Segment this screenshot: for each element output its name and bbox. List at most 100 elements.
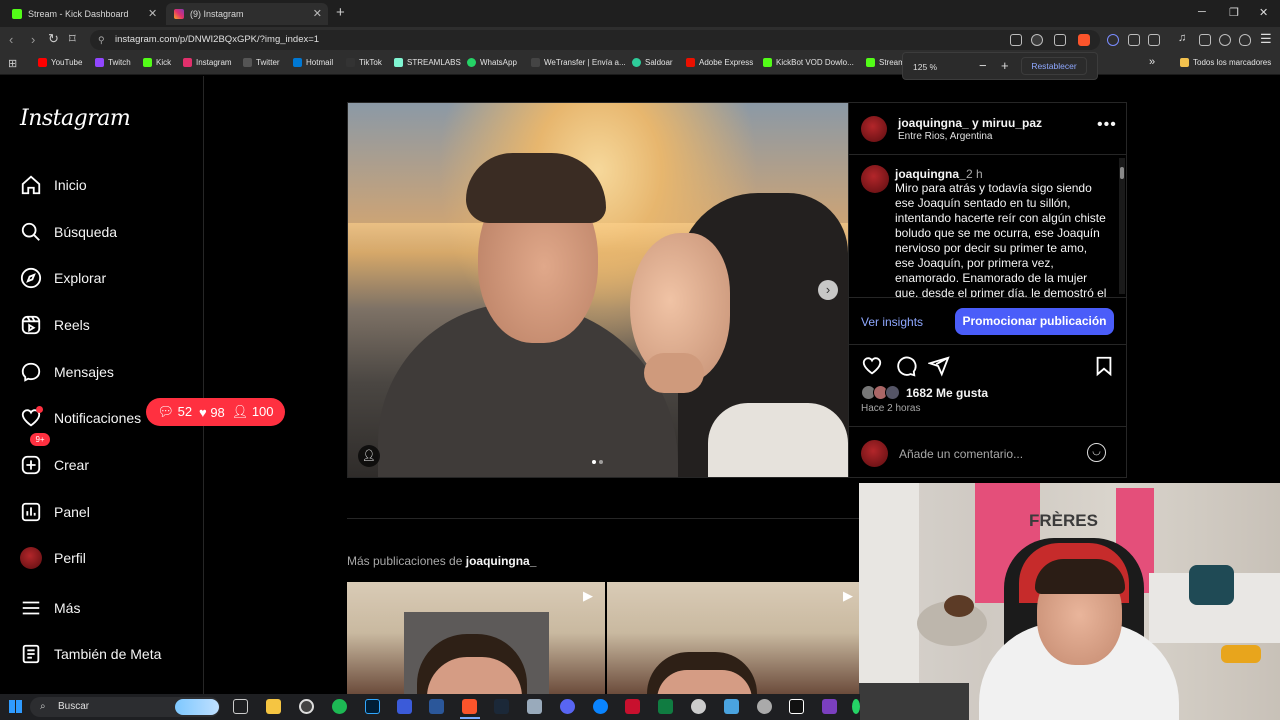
file-explorer-icon[interactable] bbox=[266, 699, 281, 714]
bookmark-adobe-express[interactable]: Adobe Express bbox=[686, 58, 753, 67]
vpn-icon[interactable] bbox=[1239, 34, 1251, 46]
nav-panel[interactable]: Panel bbox=[20, 501, 90, 523]
bookmark-kickbot[interactable]: KickBot VOD Dowlo... bbox=[763, 58, 854, 67]
notifications-summary-pill[interactable]: 💬︎ 52 ♥ 98 👤︎ 100 bbox=[146, 398, 285, 426]
post-location[interactable]: Entre Rios, Argentina bbox=[898, 131, 993, 142]
app-icon[interactable] bbox=[724, 699, 739, 714]
leo-ai-icon[interactable] bbox=[1219, 34, 1231, 46]
cast-icon[interactable] bbox=[1010, 34, 1022, 46]
collab-avatar[interactable] bbox=[861, 116, 887, 142]
close-window-icon[interactable]: ✕ bbox=[1259, 6, 1268, 19]
share-icon[interactable] bbox=[1054, 34, 1066, 46]
tab-instagram[interactable]: (9) Instagram ✕ bbox=[166, 3, 328, 25]
puzzle-icon[interactable] bbox=[1128, 34, 1140, 46]
scrollbar-thumb[interactable] bbox=[1120, 167, 1124, 179]
app-icon[interactable] bbox=[691, 699, 706, 714]
zoom-reset-button[interactable]: Restablecer bbox=[1021, 57, 1087, 75]
bookmark-instagram[interactable]: Instagram bbox=[183, 58, 232, 67]
apps-grid-icon[interactable]: ⊞ bbox=[8, 57, 17, 70]
nav-home[interactable]: Inicio bbox=[20, 174, 87, 196]
bookmark-youtube[interactable]: YouTube bbox=[38, 58, 82, 67]
zoom-out-button[interactable]: − bbox=[979, 58, 987, 73]
menu-icon[interactable]: ☰ bbox=[1260, 31, 1272, 47]
like-button[interactable] bbox=[861, 355, 883, 382]
tab-kick-dashboard[interactable]: Stream - Kick Dashboard bbox=[4, 3, 164, 25]
nav-explore[interactable]: Explorar bbox=[20, 267, 106, 289]
extension-icon[interactable] bbox=[1107, 34, 1119, 46]
bookmark-stream[interactable]: Stream bbox=[866, 58, 905, 67]
likes-count[interactable]: 1682 Me gusta bbox=[906, 386, 988, 400]
more-options-icon[interactable]: ••• bbox=[1097, 116, 1117, 134]
nav-messages[interactable]: Mensajes bbox=[20, 361, 114, 383]
word-icon[interactable] bbox=[429, 699, 444, 714]
steam-icon[interactable] bbox=[494, 699, 509, 714]
obs-icon[interactable] bbox=[299, 699, 314, 714]
wallet-icon[interactable] bbox=[1199, 34, 1211, 46]
view-insights-link[interactable]: Ver insights bbox=[861, 315, 923, 329]
comment-input[interactable]: Añade un comentario... bbox=[899, 447, 1023, 461]
brave-shield-icon[interactable] bbox=[1078, 34, 1090, 46]
promote-post-button[interactable]: Promocionar publicación bbox=[955, 308, 1114, 335]
more-bookmarks-button[interactable]: » bbox=[1149, 56, 1155, 68]
music-icon[interactable]: ♫ bbox=[1178, 32, 1190, 44]
bookmark-twitch[interactable]: Twitch bbox=[95, 58, 131, 67]
task-view-icon[interactable] bbox=[233, 699, 248, 714]
app-icon[interactable] bbox=[822, 699, 837, 714]
instagram-logo[interactable]: Instagram bbox=[20, 106, 131, 131]
capcut-icon[interactable] bbox=[789, 699, 804, 714]
caption-avatar[interactable] bbox=[861, 165, 889, 193]
nav-reels[interactable]: Reels bbox=[20, 314, 90, 336]
app-icon[interactable] bbox=[527, 699, 542, 714]
bookmark-tiktok[interactable]: TikTok bbox=[346, 58, 382, 67]
voicemeeter-icon[interactable] bbox=[625, 699, 640, 714]
forward-icon[interactable]: › bbox=[31, 32, 35, 47]
nav-more[interactable]: Más bbox=[20, 597, 80, 619]
bookmark-streamlabs[interactable]: STREAMLABS bbox=[394, 58, 461, 67]
discord-icon[interactable] bbox=[560, 699, 575, 714]
post-thumbnail[interactable]: ▶ bbox=[347, 582, 605, 695]
next-image-button[interactable]: › bbox=[818, 280, 838, 300]
bookmark-kick[interactable]: Kick bbox=[143, 58, 171, 67]
vegas-icon[interactable] bbox=[397, 699, 412, 714]
emoji-icon[interactable]: ◡ bbox=[1087, 443, 1106, 462]
brave-icon[interactable] bbox=[462, 699, 477, 714]
post-thumbnail[interactable]: ▶ bbox=[607, 582, 865, 695]
caption-username[interactable]: joaquingna_ bbox=[895, 167, 966, 181]
minimize-icon[interactable]: ─ bbox=[1198, 6, 1206, 18]
app-icon[interactable] bbox=[757, 699, 772, 714]
bookmark-page-icon[interactable]: ⌑ bbox=[69, 31, 76, 47]
new-tab-button[interactable]: + bbox=[336, 4, 345, 21]
taskbar-search[interactable]: ⌕ Buscar bbox=[30, 697, 220, 717]
edge-icon[interactable] bbox=[593, 699, 608, 714]
reload-icon[interactable]: ↻ bbox=[48, 31, 59, 47]
post-image[interactable]: › 👤︎ bbox=[348, 103, 848, 477]
bookmark-saldoar[interactable]: Saldoar bbox=[632, 58, 673, 67]
bookmark-wetransfer[interactable]: WeTransfer | Envía a... bbox=[531, 58, 626, 67]
tagged-users-icon[interactable]: 👤︎ bbox=[358, 445, 380, 467]
restore-icon[interactable]: ❐ bbox=[1229, 6, 1239, 19]
excel-icon[interactable] bbox=[658, 699, 673, 714]
post-time[interactable]: Hace 2 horas bbox=[861, 403, 920, 414]
save-button[interactable] bbox=[1093, 355, 1115, 382]
close-tab-icon[interactable]: ✕ bbox=[148, 7, 157, 20]
windows-start-icon[interactable] bbox=[9, 700, 22, 713]
bookmark-whatsapp[interactable]: WhatsApp bbox=[467, 58, 517, 67]
nav-also-from-meta[interactable]: También de Meta bbox=[20, 643, 161, 665]
comment-button[interactable] bbox=[895, 355, 917, 382]
share-button[interactable] bbox=[926, 355, 950, 382]
url-input[interactable]: ⚲ instagram.com/p/DNWI2BQxGPK/?img_index… bbox=[90, 30, 1100, 50]
zoom-in-button[interactable]: + bbox=[1001, 58, 1009, 73]
nav-search[interactable]: Búsqueda bbox=[20, 221, 117, 243]
photoshop-icon[interactable] bbox=[365, 699, 380, 714]
more-posts-user[interactable]: joaquingna_ bbox=[466, 554, 537, 568]
back-icon[interactable]: ‹ bbox=[9, 32, 13, 47]
nav-profile[interactable]: Perfil bbox=[20, 547, 86, 569]
bookmark-twitter[interactable]: Twitter bbox=[243, 58, 280, 67]
nav-create[interactable]: Crear bbox=[20, 454, 89, 476]
spotify-icon[interactable] bbox=[332, 699, 347, 714]
close-tab-icon[interactable]: ✕ bbox=[313, 7, 322, 20]
whatsapp-icon[interactable] bbox=[852, 699, 860, 714]
post-author[interactable]: joaquingna_ y miruu_paz bbox=[898, 116, 1042, 130]
bookmark-hotmail[interactable]: Hotmail bbox=[293, 58, 333, 67]
sidebar-toggle-icon[interactable] bbox=[1148, 34, 1160, 46]
